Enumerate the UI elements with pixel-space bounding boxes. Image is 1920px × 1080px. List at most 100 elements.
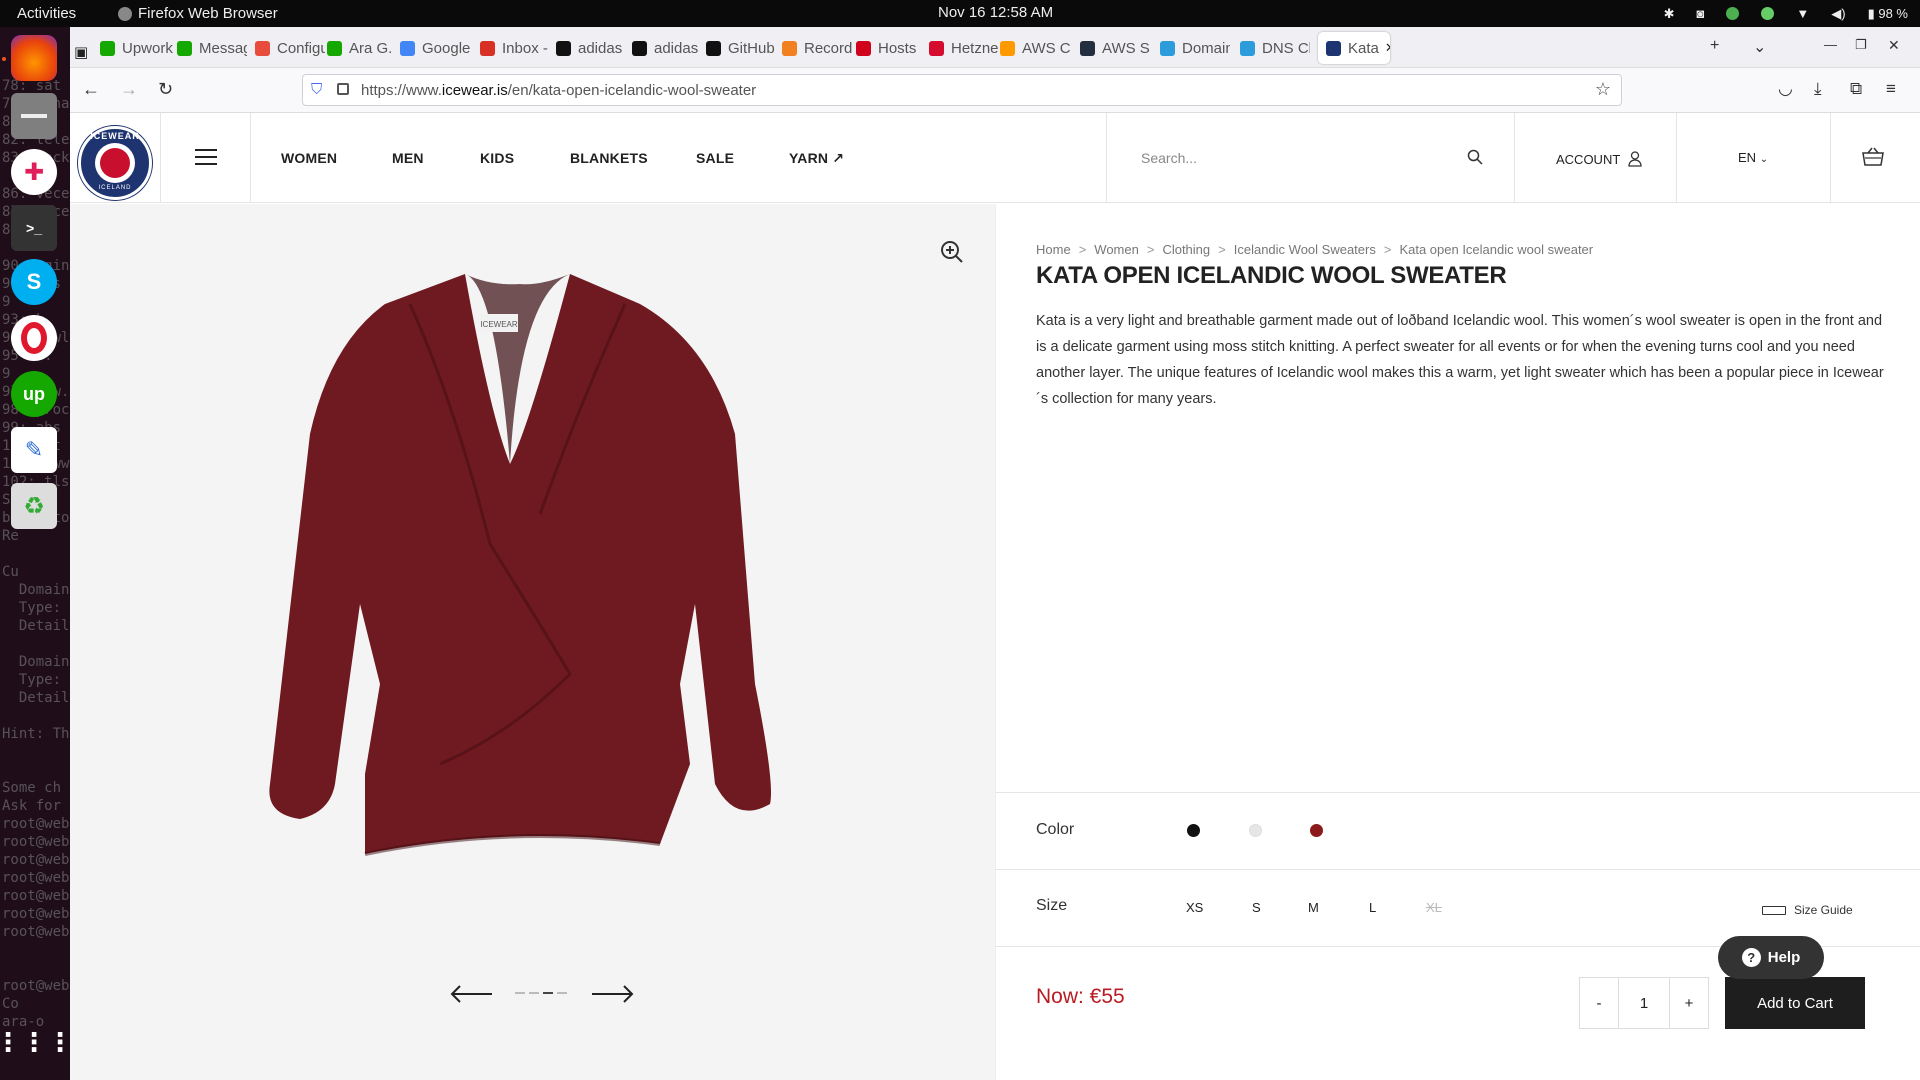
breadcrumb-separator: >	[1146, 242, 1155, 257]
zoom-in-icon[interactable]	[940, 240, 964, 264]
nav-yarn[interactable]: YARN ↗	[789, 150, 844, 167]
tab[interactable]: AWS C	[1000, 32, 1070, 64]
logo-text: ICEWEAR	[90, 131, 140, 141]
trash-dock-icon[interactable]: ♻	[11, 483, 57, 529]
nav-men[interactable]: MEN	[392, 150, 424, 166]
help-label: Help	[1767, 949, 1801, 966]
page-dot[interactable]	[529, 992, 539, 994]
page-dot-active[interactable]	[543, 992, 553, 994]
search-input[interactable]: Search...	[1141, 150, 1197, 166]
hamburger-menu-icon[interactable]	[195, 149, 217, 165]
text-editor-dock-icon[interactable]: ✎	[11, 427, 57, 473]
product-title: KATA OPEN ICELANDIC WOOL SWEATER	[1036, 262, 1507, 289]
tab[interactable]: DNS Ch	[1240, 32, 1310, 64]
tab[interactable]: Ara G.	[327, 32, 397, 64]
tab[interactable]: Messag	[177, 32, 247, 64]
firefox-dock-icon[interactable]	[11, 35, 57, 81]
quantity-input[interactable]: 1	[1618, 978, 1670, 1028]
breadcrumb-icelandic-wool-sweaters[interactable]: Icelandic Wool Sweaters	[1234, 242, 1376, 257]
lock-icon[interactable]	[337, 83, 349, 95]
tab-overview-icon[interactable]: ▣	[74, 36, 96, 68]
tab[interactable]: Inbox -	[480, 32, 550, 64]
restore-icon[interactable]: ❐	[1855, 37, 1867, 53]
pocket-icon[interactable]: ◡	[1778, 79, 1793, 99]
next-image-arrow-icon[interactable]	[590, 984, 634, 1004]
quantity-stepper: - 1 +	[1579, 977, 1709, 1029]
previous-image-arrow-icon[interactable]	[450, 984, 494, 1004]
close-window-icon[interactable]: ✕	[1888, 37, 1900, 54]
account-link[interactable]: ACCOUNT	[1556, 151, 1642, 167]
nav-sale[interactable]: SALE	[696, 150, 734, 166]
terminal-dock-icon[interactable]: >_	[11, 205, 57, 251]
language-selector[interactable]: EN ⌄	[1738, 150, 1768, 165]
tab[interactable]: Hosts	[856, 32, 926, 64]
size-m[interactable]: M	[1308, 900, 1319, 915]
tab[interactable]: adidas	[632, 32, 702, 64]
size-guide-link[interactable]: Size Guide	[1762, 903, 1853, 917]
quantity-increase-button[interactable]: +	[1670, 978, 1708, 1028]
tab-list-chevron-icon[interactable]: ⌄	[1753, 37, 1766, 57]
show-apps-icon[interactable]: ⋮⋮⋮	[0, 1019, 70, 1065]
tab[interactable]: Record	[782, 32, 852, 64]
tab-label: Google	[422, 39, 470, 57]
back-icon[interactable]: ←	[82, 79, 100, 100]
breadcrumb-current[interactable]: Kata open Icelandic wool sweater	[1399, 242, 1593, 257]
page-dot[interactable]	[557, 992, 567, 994]
search-icon[interactable]	[1467, 149, 1483, 165]
size-xs[interactable]: XS	[1186, 900, 1203, 915]
color-swatch-black[interactable]	[1187, 824, 1200, 837]
nav-women[interactable]: WOMEN	[281, 150, 337, 166]
cart-icon[interactable]	[1862, 147, 1884, 167]
activities-button[interactable]: Activities	[17, 5, 76, 22]
tab-active[interactable]: Kata ✕	[1318, 32, 1390, 64]
upwork-dock-icon[interactable]: up	[11, 371, 57, 417]
skype-dock-icon[interactable]: S	[11, 259, 57, 305]
clock[interactable]: Nov 16 12:58 AM	[938, 4, 1053, 21]
slack-dock-icon[interactable]: ✚	[11, 149, 57, 195]
tracking-shield-icon[interactable]: ⛉	[311, 81, 322, 98]
tab-favicon-icon	[177, 40, 192, 56]
tab[interactable]: Domain	[1160, 32, 1230, 64]
icewear-logo[interactable]: ICEWEAR ICELAND	[78, 126, 152, 200]
page-dot[interactable]	[515, 992, 525, 994]
minimize-icon[interactable]: —	[1824, 37, 1837, 52]
tab[interactable]: Configu	[255, 32, 325, 64]
downloads-icon[interactable]: ⤓	[1814, 79, 1822, 99]
color-swatch-red[interactable]	[1310, 824, 1323, 837]
tab[interactable]: Hetzne	[929, 32, 999, 64]
tab[interactable]: GitHub	[706, 32, 776, 64]
tab[interactable]: Upwork	[100, 32, 174, 64]
files-dock-icon[interactable]	[11, 93, 57, 139]
help-button[interactable]: ? Help	[1718, 936, 1824, 979]
product-image[interactable]: ICEWEAR	[210, 264, 850, 914]
reload-icon[interactable]: ↻	[158, 79, 173, 100]
tab[interactable]: AWS S	[1080, 32, 1150, 64]
add-to-cart-button[interactable]: Add to Cart	[1725, 977, 1865, 1029]
tab[interactable]: adidas	[556, 32, 626, 64]
new-tab-icon[interactable]: +	[1710, 37, 1719, 55]
nav-blankets[interactable]: BLANKETS	[570, 150, 648, 166]
breadcrumb-clothing[interactable]: Clothing	[1162, 242, 1210, 257]
tab[interactable]: Google	[400, 32, 470, 64]
size-l[interactable]: L	[1369, 900, 1376, 915]
system-tray[interactable]: ✱ ◙ ▼ ◀) ▮ 98 %	[1664, 0, 1920, 27]
bookmark-star-icon[interactable]: ☆	[1595, 79, 1611, 100]
tab-favicon-icon	[327, 40, 342, 56]
nav-kids[interactable]: KIDS	[480, 150, 514, 166]
url-text[interactable]: https://www.icewear.is/en/kata-open-icel…	[361, 82, 756, 99]
quantity-decrease-button[interactable]: -	[1580, 978, 1618, 1028]
opera-dock-icon[interactable]	[11, 315, 57, 361]
breadcrumb-women[interactable]: Women	[1094, 242, 1139, 257]
extensions-icon[interactable]: ⧉	[1850, 79, 1862, 99]
breadcrumb-home[interactable]: Home	[1036, 242, 1071, 257]
address-bar[interactable]: ⛉ https://www.icewear.is/en/kata-open-ic…	[302, 74, 1622, 106]
size-xl[interactable]: XL	[1426, 900, 1442, 915]
menu-icon[interactable]: ≡	[1886, 79, 1896, 99]
app-menu[interactable]: Firefox Web Browser	[118, 5, 278, 22]
help-question-icon: ?	[1741, 948, 1761, 967]
tab-label: adidas	[654, 39, 699, 57]
size-s[interactable]: S	[1252, 900, 1261, 915]
forward-icon[interactable]: →	[120, 79, 138, 100]
color-swatch-light-grey[interactable]	[1249, 824, 1262, 837]
close-tab-icon[interactable]: ✕	[1385, 40, 1390, 56]
